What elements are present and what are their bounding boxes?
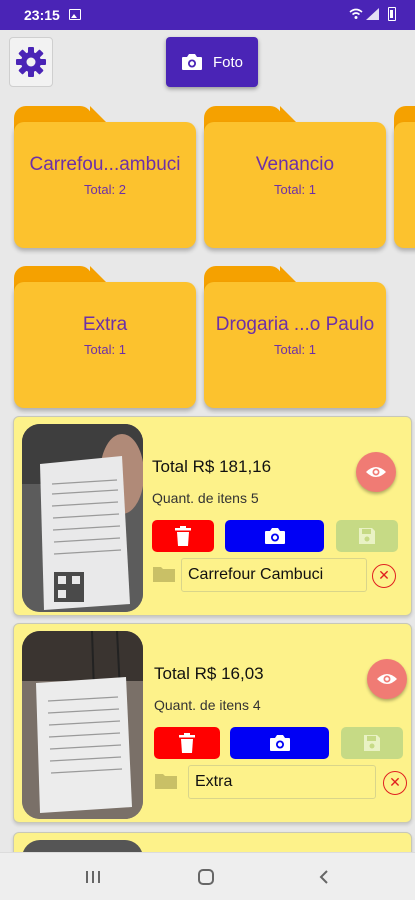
folder-item-partial[interactable] (394, 98, 415, 248)
close-icon: ✕ (378, 567, 390, 583)
folder-body (394, 122, 415, 248)
photo-button-label: Foto (212, 53, 243, 71)
view-button[interactable] (356, 452, 396, 492)
receipt-quantity: Quant. de itens 5 (152, 490, 259, 506)
folder-item[interactable]: Venancio Total: 1 (204, 98, 386, 248)
save-icon (359, 528, 375, 544)
settings-button[interactable] (9, 37, 53, 87)
trash-icon (179, 733, 195, 753)
gear-icon (16, 47, 46, 77)
camera-icon (181, 54, 202, 70)
photo-button[interactable]: Foto (166, 37, 258, 87)
store-name-field[interactable]: Carrefour Cambuci (181, 558, 367, 592)
save-button[interactable] (336, 520, 398, 552)
close-icon: ✕ (389, 774, 401, 790)
folder-item[interactable]: Carrefou...ambuci Total: 2 (14, 98, 196, 248)
receipt-total: Total R$ 16,03 (154, 664, 264, 683)
signal-icon (366, 8, 379, 20)
folder-body: Carrefou...ambuci Total: 2 (14, 122, 196, 248)
receipt-image (22, 631, 143, 819)
trash-icon (175, 526, 191, 546)
eye-icon (377, 674, 397, 684)
folder-icon (155, 774, 177, 789)
receipt-total: Total R$ 181,16 (152, 457, 272, 476)
status-bar: 23:15 (0, 0, 415, 30)
back-icon[interactable] (316, 869, 332, 885)
folder-item[interactable]: Extra Total: 1 (14, 258, 196, 408)
camera-icon (269, 735, 290, 751)
top-toolbar: Foto (0, 30, 415, 96)
system-navigation-bar (0, 852, 415, 900)
folder-total: Total: 1 (274, 342, 316, 357)
delete-button[interactable] (154, 727, 220, 759)
eye-icon (366, 467, 386, 477)
recents-icon[interactable] (85, 870, 101, 884)
receipt-quantity: Quant. de itens 4 (154, 697, 261, 713)
battery-icon (388, 7, 396, 21)
store-name-field[interactable]: Extra (188, 765, 376, 799)
home-icon[interactable] (198, 869, 214, 885)
receipt-photo[interactable] (22, 631, 143, 819)
folder-total: Total: 1 (84, 342, 126, 357)
folder-name: Drogaria ...o Paulo (215, 314, 375, 335)
clear-store-button[interactable]: ✕ (372, 564, 396, 588)
folder-icon (153, 567, 175, 582)
receipt-photo[interactable] (22, 424, 143, 612)
folder-name: Carrefou...ambuci (29, 154, 181, 175)
retake-photo-button[interactable] (230, 727, 329, 759)
receipt-image (22, 424, 143, 612)
save-icon (364, 735, 380, 751)
folder-name: Extra (82, 314, 128, 335)
delete-button[interactable] (152, 520, 214, 552)
folder-total: Total: 1 (274, 182, 316, 197)
gallery-notification-icon (69, 9, 81, 20)
camera-icon (264, 528, 285, 544)
wifi-icon (349, 8, 363, 19)
receipt-card: Total R$ 16,03 Quant. de itens 4 Extra ✕ (13, 623, 412, 823)
status-time: 23:15 (24, 7, 60, 23)
save-button[interactable] (341, 727, 403, 759)
folder-total: Total: 2 (84, 182, 126, 197)
folder-name: Venancio (255, 154, 335, 175)
folder-item[interactable]: Drogaria ...o Paulo Total: 1 (204, 258, 386, 408)
clear-store-button[interactable]: ✕ (383, 771, 407, 795)
receipt-card: Total R$ 181,16 Quant. de itens 5 Carref… (13, 416, 412, 616)
folder-body: Venancio Total: 1 (204, 122, 386, 248)
folder-body: Drogaria ...o Paulo Total: 1 (204, 282, 386, 408)
retake-photo-button[interactable] (225, 520, 324, 552)
view-button[interactable] (367, 659, 407, 699)
folder-body: Extra Total: 1 (14, 282, 196, 408)
folders-grid: Carrefou...ambuci Total: 2 Venancio Tota… (0, 96, 415, 414)
